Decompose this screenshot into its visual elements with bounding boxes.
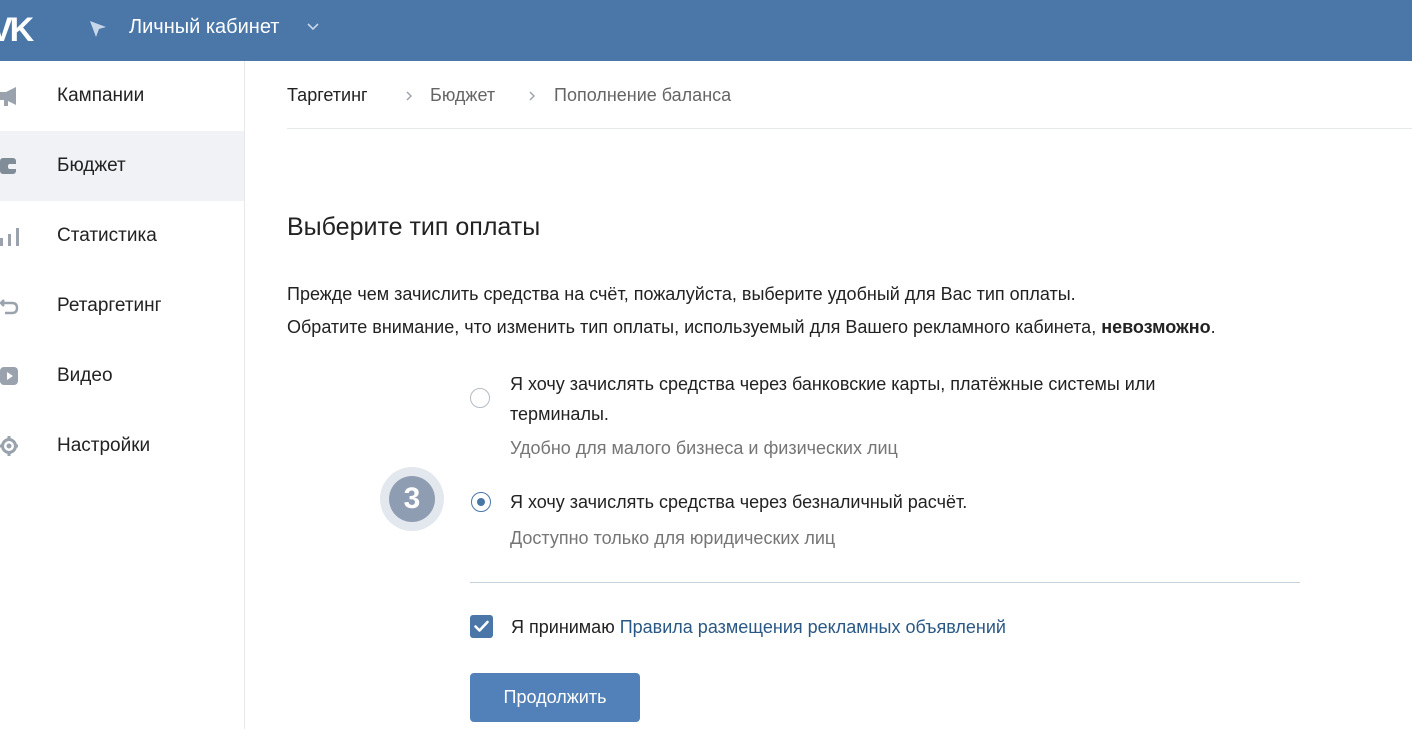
page-title: Выберите тип оплаты: [287, 213, 541, 241]
sidebar-item-retargeting[interactable]: Ретаргетинг: [0, 271, 244, 341]
breadcrumb-divider: [287, 128, 1412, 129]
breadcrumb-item-budget[interactable]: Бюджет: [430, 82, 495, 108]
payment-option-cashless-title[interactable]: Я хочу зачислять средства через безналич…: [510, 487, 967, 517]
cabinet-title[interactable]: Личный кабинет: [129, 14, 279, 40]
accept-rules-checkbox[interactable]: [470, 615, 493, 638]
vk-logo[interactable]: VK: [0, 12, 34, 48]
sidebar-item-label: Ретаргетинг: [57, 295, 162, 316]
intro-emphasis: невозможно: [1101, 317, 1211, 337]
payment-option-cards-title-line2: терминалы.: [510, 404, 609, 424]
step-badge: 3: [380, 467, 444, 531]
options-divider: [470, 582, 1300, 583]
payment-option-cards-title[interactable]: Я хочу зачислять средства через банковск…: [510, 369, 1155, 429]
sidebar-item-label: Кампании: [57, 85, 145, 106]
payment-option-cards-hint: Удобно для малого бизнеса и физических л…: [510, 438, 898, 458]
return-arrow-icon: [0, 299, 19, 315]
continue-button[interactable]: Продолжить: [470, 673, 640, 722]
intro-text-line1: Прежде чем зачислить средства на счёт, п…: [287, 284, 1076, 304]
sidebar-item-budget[interactable]: Бюджет: [0, 131, 244, 201]
chevron-down-icon[interactable]: [306, 22, 320, 32]
sidebar-item-video[interactable]: Видео: [0, 341, 244, 411]
wallet-icon: [0, 158, 18, 174]
payment-option-cashless-radio[interactable]: [471, 492, 491, 512]
intro-text-line2-prefix: Обратите внимание, что изменить тип опла…: [287, 317, 1102, 337]
flag-icon: [90, 21, 106, 37]
payment-option-cards-title-line1: Я хочу зачислять средства через банковск…: [510, 374, 1156, 394]
chevron-right-icon: [529, 91, 535, 101]
breadcrumb-item-targeting[interactable]: Таргетинг: [287, 82, 368, 108]
sidebar-item-label: Настройки: [57, 435, 151, 456]
breadcrumb-item-topup: Пополнение баланса: [554, 85, 732, 105]
sidebar-item-label: Статистика: [57, 225, 157, 246]
bar-chart-icon: [0, 228, 19, 246]
megaphone-icon: [0, 87, 16, 106]
gear-icon: [0, 436, 18, 456]
step-number: 3: [389, 476, 435, 522]
ad-rules-link[interactable]: Правила размещения рекламных объявлений: [620, 617, 1006, 637]
sidebar-item-label: Видео: [57, 365, 113, 386]
sidebar-item-statistics[interactable]: Статистика: [0, 201, 244, 271]
intro-text-line2-suffix: .: [1210, 317, 1216, 337]
chevron-right-icon: [406, 91, 412, 101]
accept-prefix: Я принимаю: [511, 617, 615, 637]
payment-option-cashless-hint: Доступно только для юридических лиц: [510, 528, 836, 548]
accept-rules-label: Я принимаю Правила размещения рекламных …: [511, 614, 1006, 640]
sidebar: Кампании Бюджет Статистика Ретаргетинг В…: [0, 61, 245, 729]
sidebar-item-settings[interactable]: Настройки: [0, 411, 244, 481]
sidebar-item-label: Бюджет: [57, 155, 126, 176]
sidebar-item-campaigns[interactable]: Кампании: [0, 61, 244, 131]
intro-text-line2: Обратите внимание, что изменить тип опла…: [287, 315, 1216, 339]
checkmark-icon: [474, 620, 489, 632]
payment-option-cards-radio[interactable]: [470, 388, 490, 408]
video-icon: [0, 367, 18, 385]
top-bar: VK Личный кабинет: [0, 0, 1412, 61]
